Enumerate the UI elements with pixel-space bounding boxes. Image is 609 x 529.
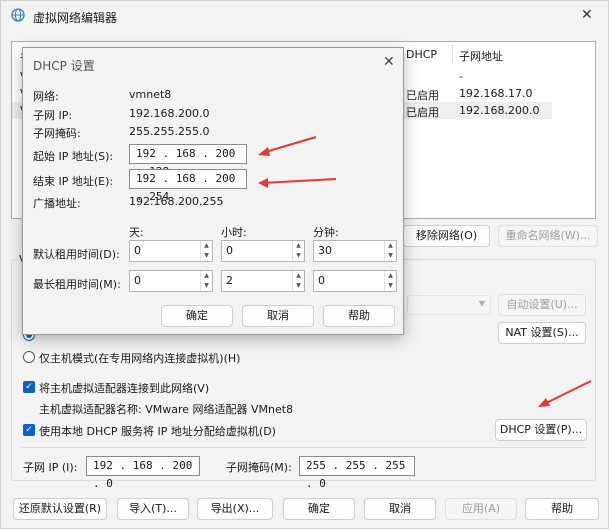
arrow-to-end-ip (258, 178, 337, 188)
arrow-to-start-ip (258, 136, 317, 156)
arrow-to-dhcp-settings (538, 380, 592, 407)
annotation-arrows (258, 136, 592, 407)
